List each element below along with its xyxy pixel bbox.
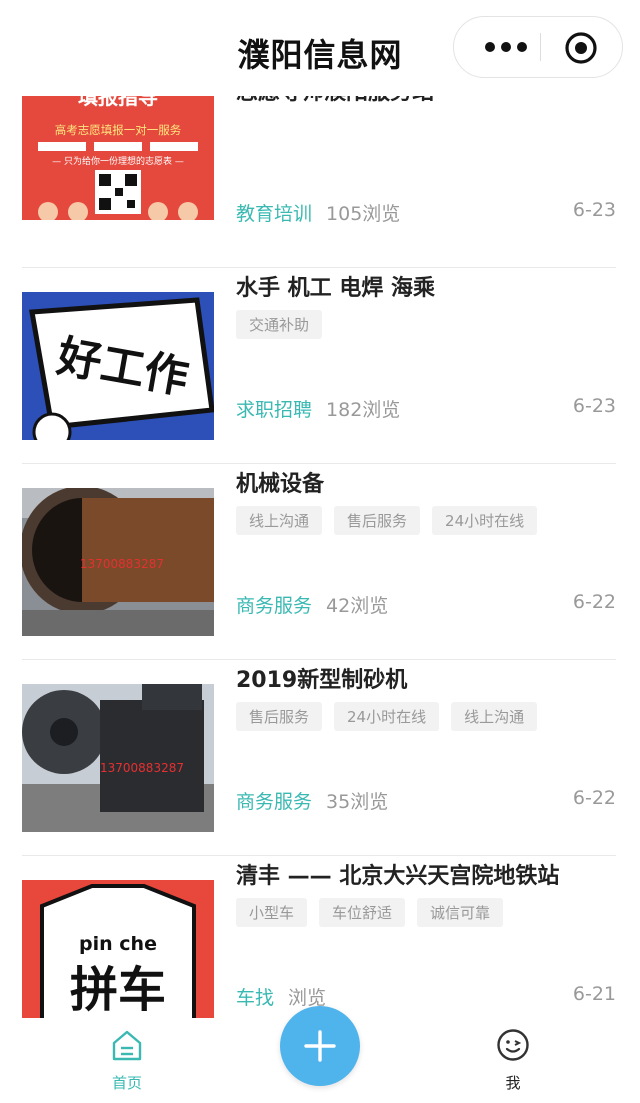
post-tag: 线上沟通 <box>236 506 323 535</box>
add-post-button[interactable] <box>280 1006 360 1086</box>
post-title[interactable]: 2019新型制砂机 <box>236 662 407 694</box>
post-tag: 24小时在线 <box>334 702 440 731</box>
list-item[interactable]: 填报指导 高考志愿填报一对一服务 — 只为给你一份理想的志愿表 — 志愿导师濮阳… <box>22 96 616 268</box>
post-title[interactable]: 志愿导师濮阳服务站 <box>236 96 434 106</box>
thumb-line: — 只为给你一份理想的志愿表 — <box>52 155 184 167</box>
post-meta: 教育培训 105浏览 6-23 <box>236 199 616 226</box>
post-date: 6-23 <box>572 199 616 221</box>
post-tag: 售后服务 <box>334 506 421 535</box>
post-meta: 商务服务 35浏览 6-22 <box>236 787 616 814</box>
post-date: 6-23 <box>572 395 616 417</box>
post-title[interactable]: 机械设备 <box>236 466 324 498</box>
post-views: 42浏览 <box>326 595 389 617</box>
smile-icon <box>497 1029 529 1061</box>
thumb-watermark: 13700883287 <box>80 557 164 571</box>
post-meta: 车找 浏览 6-21 <box>236 983 616 1010</box>
post-tag: 24小时在线 <box>432 506 538 535</box>
post-meta: 求职招聘 182浏览 6-23 <box>236 395 616 422</box>
post-views: 35浏览 <box>326 791 389 813</box>
list-item[interactable]: 13700883287 2019新型制砂机 售后服务 24小时在线 线上沟通 商… <box>22 660 616 856</box>
mini-program-capsule <box>453 16 623 78</box>
post-title[interactable]: 水手 机工 电焊 海乘 <box>236 270 435 302</box>
thumb-pinyin: pin che <box>79 933 157 955</box>
post-tag: 线上沟通 <box>451 702 538 731</box>
thumb-heading: 拼车 <box>70 962 166 1018</box>
post-tag: 售后服务 <box>236 702 323 731</box>
post-thumbnail: pin che 拼车 <box>22 880 214 1018</box>
list-item[interactable]: pin che 拼车 清丰 —— 北京大兴天宫院地铁站 小型车 车位舒适 诚信可… <box>22 856 616 1018</box>
post-thumbnail: 13700883287 <box>22 684 214 832</box>
tab-home-label: 首页 <box>111 1074 142 1092</box>
top-bar: 濮阳信息网 <box>0 0 640 96</box>
tab-home[interactable]: 首页 <box>82 1018 172 1103</box>
plus-icon <box>304 1030 336 1062</box>
post-list: 填报指导 高考志愿填报一对一服务 — 只为给你一份理想的志愿表 — 志愿导师濮阳… <box>0 96 640 1018</box>
capsule-divider <box>540 33 541 61</box>
post-category[interactable]: 求职招聘 <box>236 399 312 421</box>
home-icon <box>112 1030 142 1061</box>
post-tags: 线上沟通 售后服务 24小时在线 <box>236 506 538 535</box>
post-tag: 诚信可靠 <box>417 898 504 927</box>
post-views: 182浏览 <box>326 399 401 421</box>
thumb-line: 高考志愿填报一对一服务 <box>55 123 182 137</box>
list-item[interactable]: 13700883287 机械设备 线上沟通 售后服务 24小时在线 商务服务 42… <box>22 464 616 660</box>
post-thumbnail: 填报指导 高考志愿填报一对一服务 — 只为给你一份理想的志愿表 — <box>22 96 214 220</box>
post-tag: 交通补助 <box>236 310 323 339</box>
post-tag: 小型车 <box>236 898 308 927</box>
more-icon[interactable] <box>476 17 536 77</box>
target-icon[interactable] <box>564 31 598 65</box>
post-title[interactable]: 清丰 —— 北京大兴天宫院地铁站 <box>236 858 559 890</box>
post-thumbnail: 13700883287 <box>22 488 214 636</box>
post-tag: 车位舒适 <box>319 898 406 927</box>
post-category[interactable]: 车找 <box>236 987 274 1009</box>
post-category[interactable]: 商务服务 <box>236 791 312 813</box>
post-tags: 小型车 车位舒适 诚信可靠 <box>236 898 504 927</box>
thumb-heading: 填报指导 <box>78 96 158 109</box>
thumb-watermark: 13700883287 <box>100 761 184 775</box>
post-category[interactable]: 教育培训 <box>236 203 312 225</box>
post-category[interactable]: 商务服务 <box>236 595 312 617</box>
post-date: 6-21 <box>572 983 616 1005</box>
tab-me[interactable]: 我 <box>468 1018 558 1103</box>
post-thumbnail: 好工作 <box>22 292 214 440</box>
list-item[interactable]: 好工作 水手 机工 电焊 海乘 交通补助 求职招聘 182浏览 6-23 <box>22 268 616 464</box>
post-tags: 售后服务 24小时在线 线上沟通 <box>236 702 538 731</box>
post-meta: 商务服务 42浏览 6-22 <box>236 591 616 618</box>
post-views: 105浏览 <box>326 203 401 225</box>
post-date: 6-22 <box>572 591 616 613</box>
post-date: 6-22 <box>572 787 616 809</box>
tab-me-label: 我 <box>505 1074 521 1092</box>
post-tags: 交通补助 <box>236 310 323 339</box>
